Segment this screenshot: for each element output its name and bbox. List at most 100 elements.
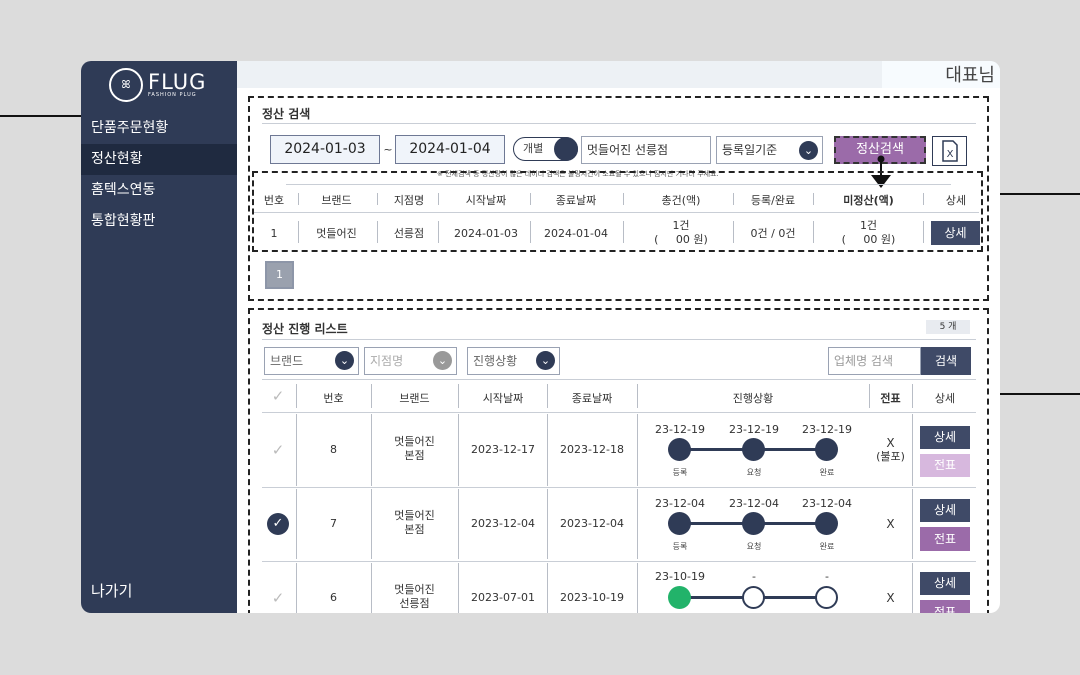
date-basis-value: 등록일기준	[722, 143, 778, 157]
row-detail-button[interactable]: 상세	[920, 426, 970, 449]
row-branch: 본점	[404, 449, 425, 462]
col-header-end: 종료날짜	[555, 194, 597, 207]
row-start: 2023-12-17	[471, 443, 535, 456]
col-header-reg-done: 등록/완료	[750, 194, 796, 207]
result-cell-total-count: 1건	[672, 219, 690, 232]
row-number: 6	[330, 591, 337, 604]
row-slip: X	[886, 517, 895, 531]
user-name[interactable]: 대표님	[945, 61, 995, 87]
step-node-registered	[668, 512, 691, 535]
row-detail-button[interactable]: 상세	[920, 499, 970, 522]
end-date-input[interactable]: 2024-01-04	[395, 135, 505, 164]
step-node-requested-pending	[742, 586, 765, 609]
step-date-1: 23-10-19	[655, 570, 705, 583]
row-branch: 선릉점	[399, 597, 430, 610]
row-brand: 멋들어진	[394, 583, 435, 596]
toggle-knob	[554, 137, 578, 161]
row-end: 2023-12-18	[560, 443, 624, 456]
date-range-separator: ~	[383, 143, 393, 156]
row-brand: 멋들어진	[394, 435, 435, 448]
step-date-3: 23-12-19	[802, 423, 852, 436]
row-end: 2023-10-19	[560, 591, 624, 604]
col-header-detail: 상세	[945, 194, 967, 207]
step-node-completed	[815, 438, 838, 461]
step-node-completed-pending	[815, 586, 838, 609]
row-start: 2023-12-04	[471, 517, 535, 530]
result-detail-button[interactable]: 상세	[931, 221, 980, 245]
col-header-number: 번호	[263, 194, 285, 207]
exit-button[interactable]: 나가기	[91, 580, 132, 601]
result-cell-unsettled-count: 1건	[859, 219, 878, 232]
col-header-start: 시작날짜	[482, 392, 524, 405]
row-checkbox[interactable]: ✓	[267, 587, 289, 609]
row-slip-button[interactable]: 전표	[920, 527, 970, 551]
step-node-completed	[815, 512, 838, 535]
page-button-1[interactable]: 1	[265, 261, 294, 289]
svg-text:X: X	[947, 149, 954, 160]
app-window: ꕤ FLUG FASHION PLUG 단품주문현황 정산현황 홈텍스연동 통합…	[81, 61, 1000, 613]
branch-filter-value: 지점명	[370, 354, 404, 368]
result-cell-end: 2024-01-04	[544, 227, 608, 240]
sidebar: ꕤ FLUG FASHION PLUG 단품주문현황 정산현황 홈텍스연동 통합…	[81, 61, 237, 613]
brand-filter-value: 브랜드	[270, 354, 304, 368]
step-date-1: 23-12-19	[655, 423, 705, 436]
row-slip-button[interactable]: 전표	[920, 600, 970, 613]
col-header-branch: 지점명	[393, 194, 425, 207]
col-header-brand: 브랜드	[321, 194, 352, 207]
logo-emblem-icon: ꕤ	[109, 68, 143, 102]
step-node-requested	[742, 438, 765, 461]
status-filter-value: 진행상황	[473, 354, 518, 368]
row-checkbox[interactable]: ✓	[267, 439, 289, 461]
start-date-input[interactable]: 2024-01-03	[270, 135, 380, 164]
result-cell-reg-done: 0건 / 0건	[750, 227, 796, 240]
excel-download-button[interactable]: X	[932, 136, 967, 166]
select-all-checkbox[interactable]: ✓	[267, 385, 289, 407]
col-header-unsettled: 미정산(액)	[843, 194, 894, 207]
sidebar-item-single-order[interactable]: 단품주문현황	[81, 113, 237, 144]
row-slip-button: 전표	[920, 454, 970, 477]
sidebar-item-hometax[interactable]: 홈텍스연동	[81, 175, 237, 206]
row-brand: 멋들어진	[394, 509, 435, 522]
individual-toggle[interactable]: 개별	[513, 137, 578, 161]
excel-icon: X	[942, 140, 958, 162]
result-cell-unsettled-amount: ( 00 원)	[841, 233, 896, 246]
result-cell-branch: 선릉점	[393, 227, 425, 240]
step-node-registered	[668, 438, 691, 461]
result-cell-start: 2024-01-03	[454, 227, 518, 240]
step-label-1: 등록	[672, 468, 688, 477]
chevron-down-icon: ⌄	[335, 351, 354, 370]
col-header-number: 번호	[323, 392, 344, 405]
step-node-requested	[742, 512, 765, 535]
row-slip: X	[886, 591, 895, 605]
col-header-brand: 브랜드	[399, 392, 430, 405]
chevron-down-icon: ⌄	[536, 351, 555, 370]
step-label-3: 완료	[819, 468, 835, 477]
company-search-placeholder: 업체명 검색	[834, 354, 894, 368]
sidebar-item-dashboard[interactable]: 통합현황판	[81, 206, 237, 237]
company-search-button[interactable]: 검색	[921, 347, 971, 375]
search-section-title: 정산 검색	[262, 107, 311, 121]
top-bar: 대표님	[237, 61, 1000, 88]
brand-logo[interactable]: ꕤ FLUG FASHION PLUG	[109, 67, 206, 103]
count-badge: 5 개	[926, 320, 970, 334]
row-detail-button[interactable]: 상세	[920, 572, 970, 595]
step-label-1: 등록	[672, 542, 688, 551]
step-label-3: 완료	[819, 542, 835, 551]
company-search-input[interactable]: 업체명 검색	[828, 347, 921, 375]
result-cell-number: 1	[270, 227, 278, 240]
row-slip-note: (불포)	[876, 450, 905, 463]
col-header-detail: 상세	[934, 392, 956, 405]
step-date-3: 23-12-04	[802, 497, 852, 510]
row-checkbox-checked[interactable]: ✓	[267, 513, 289, 535]
store-input[interactable]: 멋들어진 선릉점	[581, 136, 711, 164]
row-number: 7	[330, 517, 337, 530]
toggle-label: 개별	[523, 142, 544, 155]
row-branch: 본점	[404, 523, 425, 536]
chevron-down-icon: ⌄	[799, 141, 818, 160]
col-header-end: 종료날짜	[571, 392, 613, 405]
sidebar-nav: 단품주문현황 정산현황 홈텍스연동 통합현황판	[81, 113, 237, 237]
progress-section-title: 정산 진행 리스트	[262, 322, 348, 336]
sidebar-item-settlement[interactable]: 정산현황	[81, 144, 237, 175]
brand-name: FLUG	[148, 70, 207, 94]
col-header-status: 진행상황	[732, 392, 774, 405]
